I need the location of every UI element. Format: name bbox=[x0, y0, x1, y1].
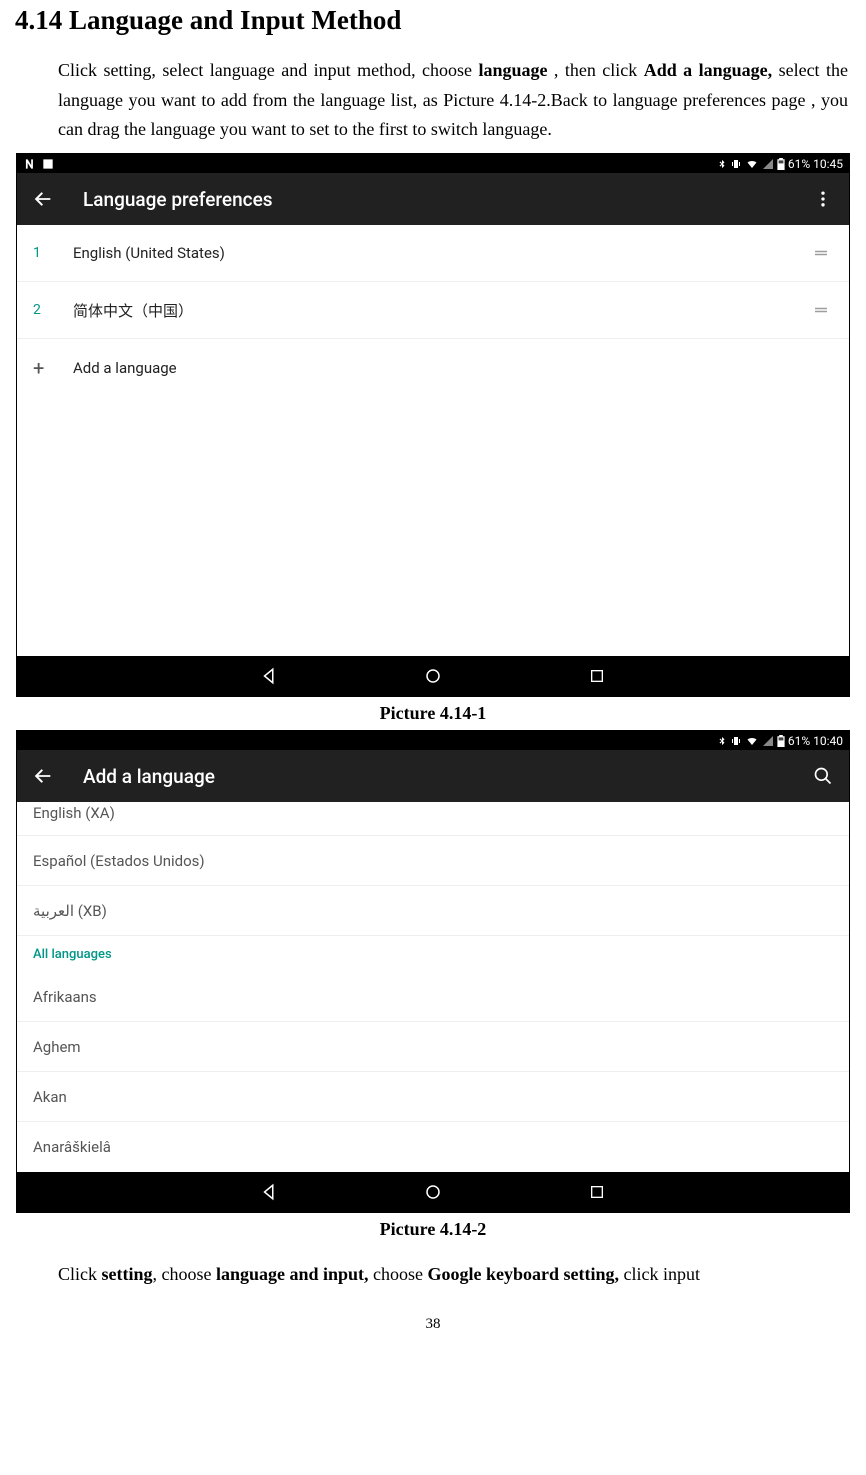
battery-percent: 61% bbox=[788, 157, 810, 171]
text: click input bbox=[619, 1264, 700, 1284]
battery-icon bbox=[777, 158, 785, 170]
text: , then click bbox=[547, 60, 643, 80]
list-item[interactable]: Anarâškielâ bbox=[17, 1122, 849, 1172]
vibrate-icon bbox=[730, 735, 742, 747]
bold-setting: setting bbox=[102, 1264, 153, 1284]
page-number: 38 bbox=[0, 1298, 866, 1333]
nav-home-icon bbox=[424, 667, 442, 685]
content-area: English (XA) Español (Estados Unidos) ال… bbox=[17, 802, 849, 1172]
plus-icon: + bbox=[33, 356, 73, 380]
paragraph-2: Click setting, choose language and input… bbox=[0, 1260, 866, 1298]
screenshot-add-language: 61% 10:40 Add a language English (XA) Es… bbox=[16, 730, 850, 1213]
android-nav-bar bbox=[17, 1172, 849, 1212]
empty-space bbox=[17, 396, 849, 656]
nav-recent-icon bbox=[589, 1184, 605, 1200]
list-item[interactable]: English (XA) bbox=[17, 802, 849, 836]
bluetooth-icon bbox=[717, 735, 727, 747]
status-left bbox=[23, 157, 55, 171]
nav-recent-button[interactable] bbox=[585, 1180, 609, 1204]
android-nav-bar bbox=[17, 656, 849, 696]
figure-caption-2: Picture 4.14-2 bbox=[0, 1213, 866, 1246]
picture-icon bbox=[41, 157, 55, 171]
language-label: 简体中文（中国） bbox=[73, 300, 809, 321]
list-item[interactable]: Afrikaans bbox=[17, 972, 849, 1022]
nav-home-button[interactable] bbox=[421, 1180, 445, 1204]
nav-back-button[interactable] bbox=[257, 664, 281, 688]
drag-handle[interactable] bbox=[809, 241, 833, 265]
language-index: 1 bbox=[33, 245, 73, 261]
android-status-bar: 61% 10:45 bbox=[17, 154, 849, 173]
language-label: English (United States) bbox=[73, 244, 809, 262]
nav-back-button[interactable] bbox=[257, 1180, 281, 1204]
bold-add-language: Add a language, bbox=[644, 60, 772, 80]
signal-icon bbox=[762, 158, 774, 170]
list-item[interactable]: Español (Estados Unidos) bbox=[17, 836, 849, 886]
nav-back-icon bbox=[260, 667, 278, 685]
signal-icon bbox=[762, 735, 774, 747]
wifi-icon bbox=[745, 735, 759, 747]
text: Click bbox=[58, 1264, 102, 1284]
clock: 10:45 bbox=[813, 157, 843, 171]
arrow-left-icon bbox=[32, 765, 54, 787]
nav-home-button[interactable] bbox=[421, 664, 445, 688]
figure-caption-1: Picture 4.14-1 bbox=[0, 697, 866, 730]
content-area: 1 English (United States) 2 简体中文（中国） + A… bbox=[17, 225, 849, 656]
bold-language-input: language and input, bbox=[216, 1264, 369, 1284]
paragraph-1: Click setting, select language and input… bbox=[0, 56, 866, 153]
add-language-row[interactable]: + Add a language bbox=[17, 339, 849, 396]
n-icon bbox=[23, 157, 37, 171]
drag-handle-icon bbox=[812, 244, 830, 262]
app-bar: Language preferences bbox=[17, 173, 849, 225]
vibrate-icon bbox=[730, 158, 742, 170]
battery-percent: 61% bbox=[788, 734, 810, 748]
bold-language: language bbox=[478, 60, 547, 80]
section-header-all-languages: All languages bbox=[17, 936, 849, 972]
search-button[interactable] bbox=[811, 764, 835, 788]
list-item[interactable]: العربية (XB) bbox=[17, 886, 849, 936]
add-language-label: Add a language bbox=[73, 359, 177, 377]
text: Click setting, select language and input… bbox=[58, 60, 478, 80]
bluetooth-icon bbox=[717, 158, 727, 170]
screenshot-language-preferences: 61% 10:45 Language preferences 1 English… bbox=[16, 153, 850, 697]
status-right: 61% 10:40 bbox=[717, 734, 843, 748]
language-row[interactable]: 2 简体中文（中国） bbox=[17, 282, 849, 339]
app-bar: Add a language bbox=[17, 750, 849, 802]
arrow-left-icon bbox=[32, 188, 54, 210]
search-icon bbox=[813, 766, 833, 786]
overflow-menu-button[interactable] bbox=[811, 187, 835, 211]
nav-recent-button[interactable] bbox=[585, 664, 609, 688]
back-button[interactable] bbox=[31, 764, 55, 788]
appbar-title: Language preferences bbox=[83, 188, 811, 211]
back-button[interactable] bbox=[31, 187, 55, 211]
bold-google-keyboard: Google keyboard setting, bbox=[428, 1264, 620, 1284]
appbar-title: Add a language bbox=[83, 765, 811, 788]
list-item[interactable]: Akan bbox=[17, 1072, 849, 1122]
list-item[interactable]: Aghem bbox=[17, 1022, 849, 1072]
nav-back-icon bbox=[260, 1183, 278, 1201]
drag-handle[interactable] bbox=[809, 298, 833, 322]
clock: 10:40 bbox=[813, 734, 843, 748]
battery-icon bbox=[777, 735, 785, 747]
drag-handle-icon bbox=[812, 301, 830, 319]
section-heading: 4.14 Language and Input Method bbox=[0, 0, 866, 56]
nav-recent-icon bbox=[589, 668, 605, 684]
status-right: 61% 10:45 bbox=[717, 157, 843, 171]
wifi-icon bbox=[745, 158, 759, 170]
language-row[interactable]: 1 English (United States) bbox=[17, 225, 849, 282]
language-index: 2 bbox=[33, 302, 73, 318]
text: , choose bbox=[153, 1264, 216, 1284]
more-vert-icon bbox=[813, 189, 833, 209]
android-status-bar: 61% 10:40 bbox=[17, 731, 849, 750]
nav-home-icon bbox=[424, 1183, 442, 1201]
text: choose bbox=[369, 1264, 428, 1284]
